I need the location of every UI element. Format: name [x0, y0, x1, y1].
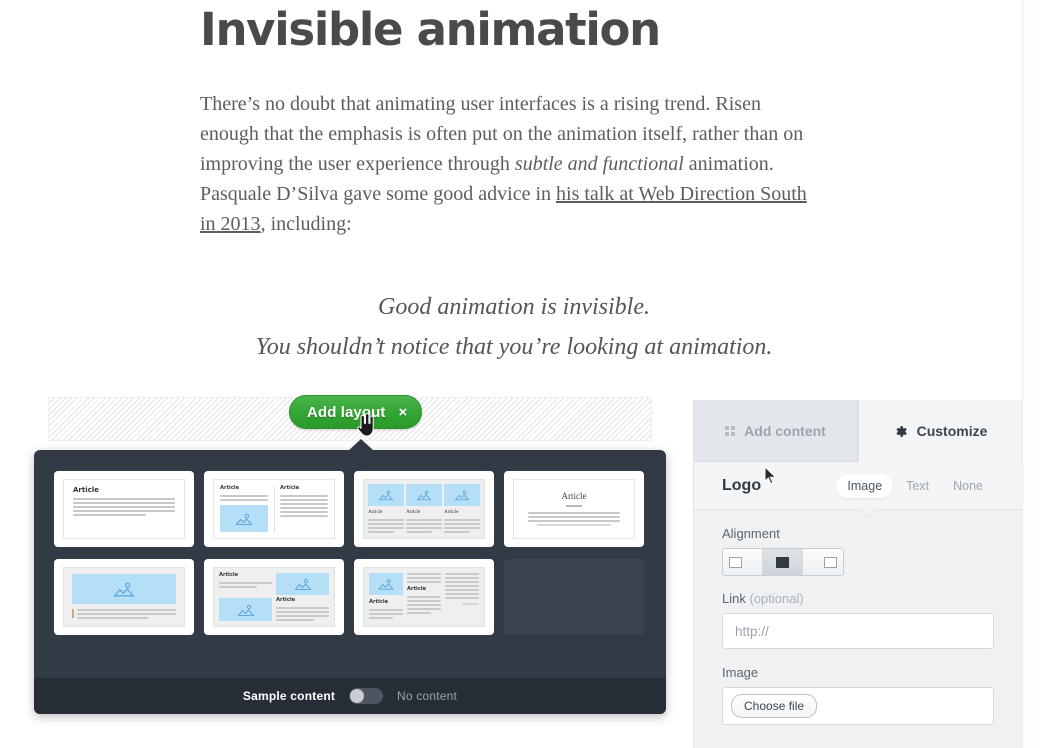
- sidebar-tabs: Add content Customize: [694, 400, 1022, 462]
- scroll-gutter[interactable]: [1022, 0, 1040, 748]
- align-left-button[interactable]: [723, 549, 763, 575]
- thumb-title-right: Article: [280, 485, 300, 491]
- align-right-button[interactable]: [803, 549, 843, 575]
- layout-thumbnail-grid: Article Article Article Article Article …: [54, 471, 646, 635]
- thumb-title-left: Article: [220, 485, 240, 491]
- layout-thumb-image-with-columns[interactable]: Article Article: [354, 559, 494, 635]
- align-center-icon: [776, 556, 789, 568]
- picker-arrow: [348, 439, 374, 451]
- layout-thumb-three-column-cards[interactable]: Article Article Article: [354, 471, 494, 547]
- image-label: Image: [722, 665, 759, 680]
- link-input-placeholder: http://: [735, 623, 769, 639]
- align-center-button[interactable]: [763, 549, 803, 575]
- alignment-button-group: [722, 548, 844, 576]
- tab-add-content-label: Add content: [744, 422, 826, 439]
- tab-customize-label: Customize: [916, 423, 988, 439]
- layout-thumb-mixed-grid[interactable]: Article Article: [204, 559, 344, 635]
- toggle-label-sample-content: Sample content: [242, 689, 336, 703]
- thumb-title-a: Article: [219, 572, 239, 578]
- close-icon[interactable]: ×: [399, 405, 408, 420]
- paragraph-emphasis: subtle and functional: [514, 153, 684, 176]
- layout-picker-panel: Article Article Article Article Article …: [34, 439, 666, 714]
- pullquote-line-2: You shouldn’t notice that you’re looking…: [255, 334, 773, 361]
- layout-thumb-centered-article[interactable]: Article: [504, 471, 644, 547]
- link-label-text: Link: [722, 591, 746, 606]
- layout-thumb-hero-image[interactable]: [54, 559, 194, 635]
- link-input[interactable]: http://: [722, 613, 994, 649]
- thumb-title-b: Article: [406, 509, 421, 515]
- align-left-icon: [729, 556, 742, 568]
- add-layout-button[interactable]: Add layout ×: [289, 395, 423, 429]
- section-caret-icon: [860, 509, 876, 516]
- toggle-label-no-content: No content: [397, 689, 458, 703]
- thumb-title: Article: [561, 491, 587, 501]
- thumb-title-a: Article: [368, 509, 383, 515]
- layout-thumb-empty-slot[interactable]: [504, 559, 644, 635]
- thumb-divider: [566, 505, 582, 507]
- layout-thumb-single-article[interactable]: Article: [54, 471, 194, 547]
- seg-option-text[interactable]: Text: [895, 474, 940, 498]
- thumb-title-c: Article: [444, 509, 459, 515]
- paragraph-part-3: , including:: [260, 213, 352, 236]
- seg-option-none[interactable]: None: [942, 474, 994, 498]
- image-file-field[interactable]: Choose file: [722, 687, 994, 725]
- logo-section-header: Logo Image Text None: [694, 462, 1022, 516]
- thumb-title-a: Article: [369, 599, 389, 605]
- gear-icon: [896, 425, 907, 437]
- layout-thumb-two-column-image-left[interactable]: Article Article: [204, 471, 344, 547]
- logo-type-segmented-control: Image Text None: [836, 473, 994, 498]
- thumb-title-b: Article: [276, 597, 296, 603]
- link-label: Link (optional): [722, 591, 994, 606]
- grid-dots-icon: [725, 425, 736, 436]
- align-right-icon: [824, 556, 837, 568]
- tab-customize[interactable]: Customize: [858, 400, 1021, 462]
- thumb-title: Article: [73, 486, 99, 494]
- link-optional-text: (optional): [749, 591, 804, 606]
- customize-sidebar: Add content Customize Logo Image Text No…: [693, 400, 1022, 748]
- pullquote: Good animation is invisible. You shouldn…: [184, 287, 844, 367]
- tab-add-content[interactable]: Add content: [694, 400, 858, 462]
- article-paragraph: There’s no doubt that animating user int…: [200, 89, 816, 239]
- sample-content-switch[interactable]: [349, 688, 384, 704]
- thumb-title-b: Article: [407, 586, 427, 592]
- logo-settings-panel: Alignment Link (optional) http:// Image …: [694, 510, 1022, 725]
- add-layout-label: Add layout: [307, 403, 386, 421]
- seg-option-image[interactable]: Image: [836, 473, 894, 498]
- article-content: Invisible animation There’s no doubt tha…: [0, 0, 1012, 368]
- choose-file-button[interactable]: Choose file: [731, 694, 818, 718]
- sample-content-toggle-bar: Sample content No content: [34, 678, 666, 714]
- section-title: Logo: [722, 476, 762, 494]
- app-root: Invisible animation There’s no doubt tha…: [0, 0, 1040, 748]
- page-title: Invisible animation: [200, 3, 661, 56]
- pullquote-line-1: Good animation is invisible.: [378, 294, 650, 321]
- thumb-image-placeholder: [220, 505, 268, 532]
- toggle-knob: [350, 689, 365, 703]
- alignment-label: Alignment: [722, 526, 780, 541]
